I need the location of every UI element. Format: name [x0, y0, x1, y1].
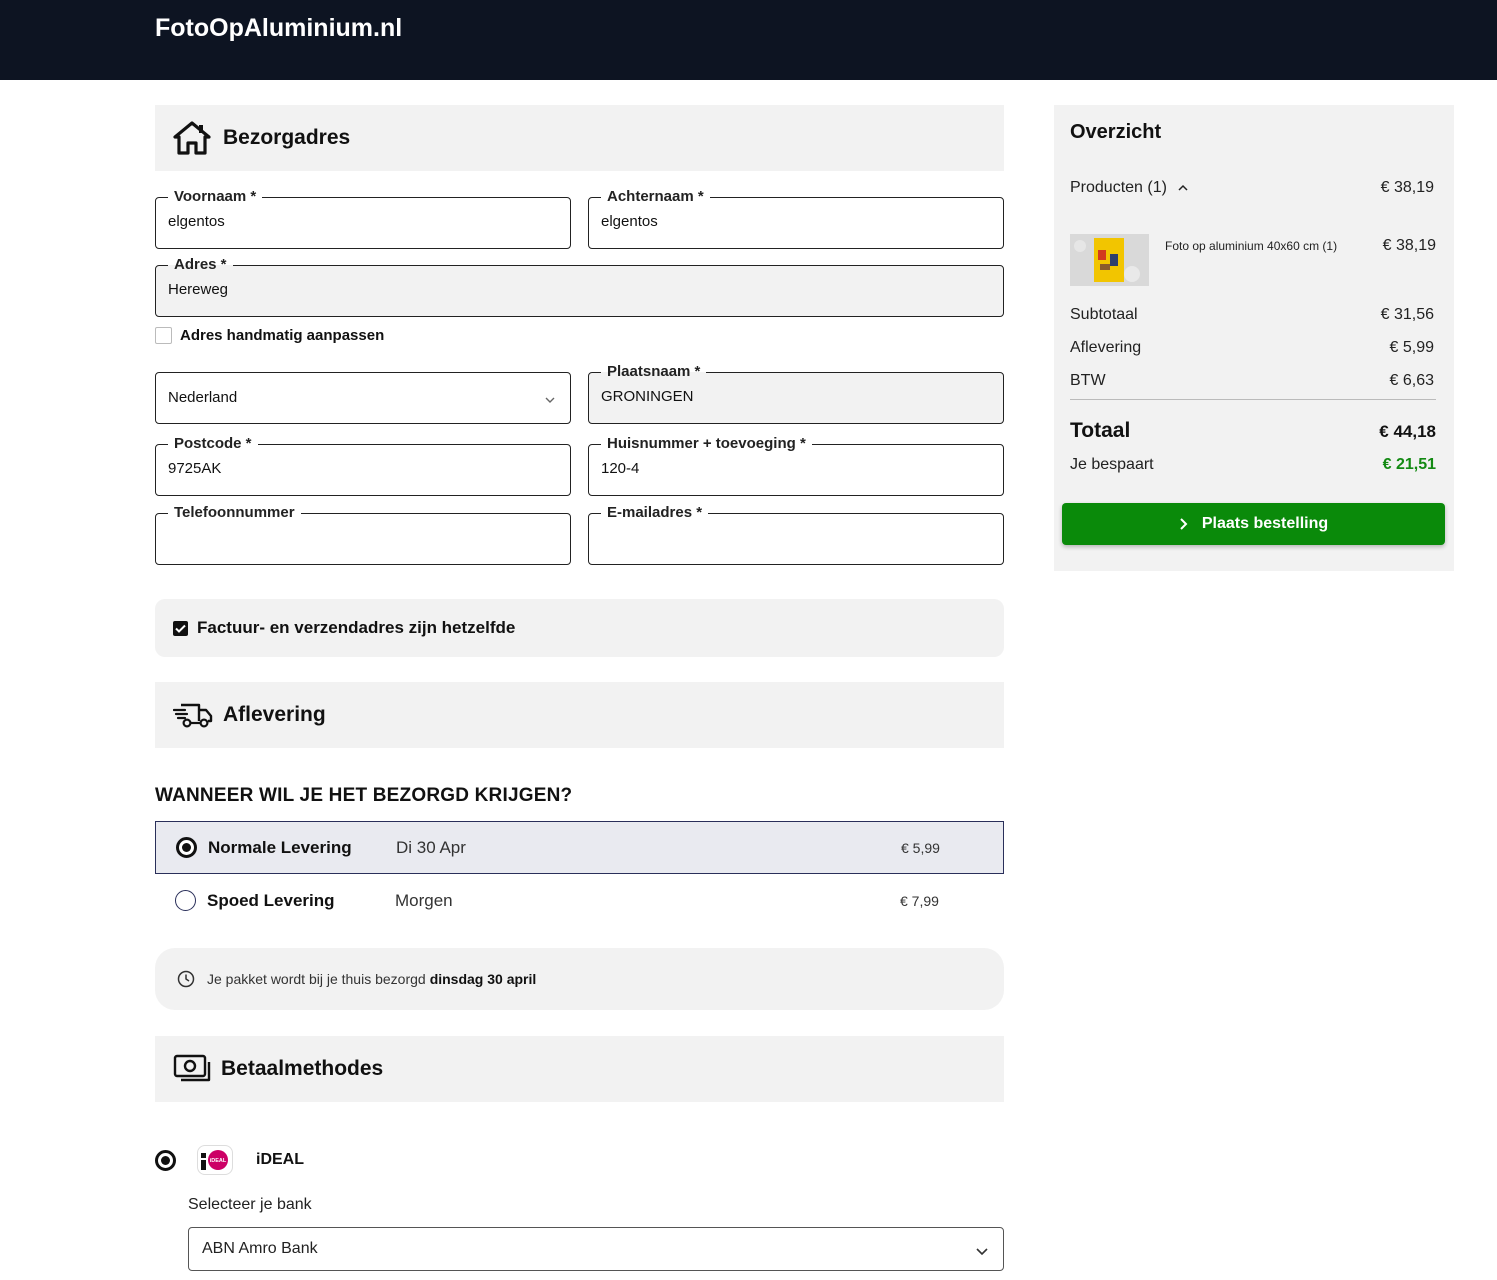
postcode-value: 9725AK [168, 460, 222, 477]
payment-section-header: Betaalmethodes [155, 1036, 1004, 1102]
country-select[interactable]: Nederland [155, 372, 571, 424]
chevron-down-icon [544, 391, 556, 409]
savings-label: Je bespaart [1070, 456, 1154, 473]
delivery-question: WANNEER WIL JE HET BEZORGD KRIJGEN? [155, 785, 573, 806]
delivery-info-date: dinsdag 30 april [429, 971, 537, 987]
delivery-cost-row: Aflevering € 5,99 [1070, 339, 1436, 357]
savings-value: € 21,51 [1382, 456, 1436, 473]
tax-value: € 6,63 [1389, 372, 1434, 389]
payment-radio-ideal[interactable] [155, 1150, 176, 1171]
total-label: Totaal [1070, 419, 1131, 442]
ideal-logo-icon: iDEAL [197, 1145, 233, 1175]
summary-divider [1070, 399, 1436, 400]
address-section-header: Bezorgadres [155, 105, 1004, 171]
city-value: GRONINGEN [601, 388, 694, 405]
delivery-cost-label: Aflevering [1070, 339, 1142, 356]
lastname-label: Achternaam * [601, 187, 710, 207]
chevron-up-icon [1177, 179, 1189, 197]
delivery-section-title: Aflevering [223, 703, 326, 726]
subtotal-row: Subtotaal € 31,56 [1070, 306, 1436, 324]
address-section-title: Bezorgadres [223, 126, 351, 149]
housenumber-label: Huisnummer + toevoeging * [601, 434, 812, 454]
delivery-section-header: Aflevering [155, 682, 1004, 748]
shipping-date: Di 30 Apr [396, 837, 466, 857]
shipping-name: Spoed Levering [207, 890, 335, 910]
site-logo[interactable]: FotoOpAluminium.nl [155, 14, 402, 43]
summary-title: Overzicht [1070, 121, 1162, 143]
order-summary: Overzicht Producten (1) € 38,19 Foto op … [1054, 105, 1454, 571]
street-label: Adres * [168, 255, 233, 275]
header-bar: FotoOpAluminium.nl [0, 0, 1497, 80]
same-address-label: Factuur- en verzendadres zijn hetzelfde [197, 618, 516, 637]
place-order-button[interactable]: Plaats bestelling [1062, 503, 1445, 545]
delivery-truck-icon [173, 701, 215, 729]
payment-section-title: Betaalmethodes [221, 1057, 384, 1080]
shipping-date: Morgen [395, 890, 453, 910]
bank-select[interactable]: ABN Amro Bank [188, 1227, 1004, 1271]
clock-icon [177, 970, 195, 988]
products-total: € 38,19 [1380, 179, 1434, 196]
product-thumbnail [1070, 234, 1149, 286]
subtotal-value: € 31,56 [1380, 306, 1434, 323]
product-name: Foto op aluminium 40x60 cm (1) [1165, 239, 1338, 253]
housenumber-field[interactable]: Huisnummer + toevoeging * 120-4 [588, 434, 1004, 496]
shipping-radio-normal[interactable] [176, 837, 197, 858]
city-field[interactable]: Plaatsnaam * GRONINGEN [588, 362, 1004, 424]
delivery-info-text: Je pakket wordt bij je thuis bezorgd [207, 971, 426, 987]
manual-address-toggle[interactable]: Adres handmatig aanpassen [155, 327, 384, 344]
street-field[interactable]: Adres * Hereweg [155, 255, 1004, 317]
tax-row: BTW € 6,63 [1070, 372, 1436, 390]
shipping-radio-express[interactable] [175, 890, 196, 911]
phone-label: Telefoonnummer [168, 503, 301, 523]
total-value: € 44,18 [1379, 422, 1436, 441]
house-icon [173, 121, 211, 155]
street-value: Hereweg [168, 281, 229, 298]
country-value: Nederland [168, 389, 238, 406]
chevron-down-icon [975, 1243, 989, 1261]
delivery-cost-value: € 5,99 [1389, 339, 1434, 356]
shipping-option-express[interactable]: Spoed Levering Morgen € 7,99 [155, 874, 1004, 927]
payment-option-ideal[interactable]: iDEAL iDEAL [155, 1143, 455, 1179]
firstname-field[interactable]: Voornaam * elgentos [155, 187, 571, 249]
delivery-info: Je pakket wordt bij je thuis bezorgd din… [155, 948, 1004, 1010]
shipping-name: Normale Levering [208, 837, 352, 857]
email-field[interactable]: E-mailadres * [588, 503, 1004, 565]
product-price: € 38,19 [1382, 237, 1436, 254]
products-toggle[interactable]: Producten (1) € 38,19 [1070, 179, 1436, 197]
housenumber-value: 120-4 [601, 460, 640, 477]
firstname-label: Voornaam * [168, 187, 263, 207]
shipping-price: € 7,99 [900, 892, 939, 909]
products-label: Producten (1) [1070, 179, 1167, 196]
same-address-checkbox[interactable] [173, 620, 188, 636]
firstname-value: elgentos [168, 213, 225, 230]
email-label: E-mailadres * [601, 503, 709, 523]
tax-label: BTW [1070, 372, 1106, 389]
phone-field[interactable]: Telefoonnummer [155, 503, 571, 565]
money-icon [173, 1054, 213, 1084]
same-address-toggle[interactable]: Factuur- en verzendadres zijn hetzelfde [155, 599, 1004, 657]
city-label: Plaatsnaam * [601, 362, 707, 382]
ideal-logo-text: iDEAL [210, 1158, 227, 1164]
ideal-name: iDEAL [256, 1151, 304, 1168]
lastname-field[interactable]: Achternaam * elgentos [588, 187, 1004, 249]
place-order-label: Plaats bestelling [1201, 515, 1329, 532]
postcode-field[interactable]: Postcode * 9725AK [155, 434, 571, 496]
subtotal-label: Subtotaal [1070, 306, 1138, 323]
bank-select-label: Selecteer je bank [188, 1196, 312, 1213]
manual-address-label: Adres handmatig aanpassen [180, 327, 385, 344]
lastname-value: elgentos [601, 213, 658, 230]
chevron-right-icon [1179, 517, 1188, 531]
manual-address-checkbox[interactable] [155, 327, 172, 344]
bank-select-value: ABN Amro Bank [202, 1240, 318, 1257]
shipping-option-normal[interactable]: Normale Levering Di 30 Apr € 5,99 [155, 821, 1004, 874]
shipping-price: € 5,99 [901, 839, 940, 856]
postcode-label: Postcode * [168, 434, 258, 454]
